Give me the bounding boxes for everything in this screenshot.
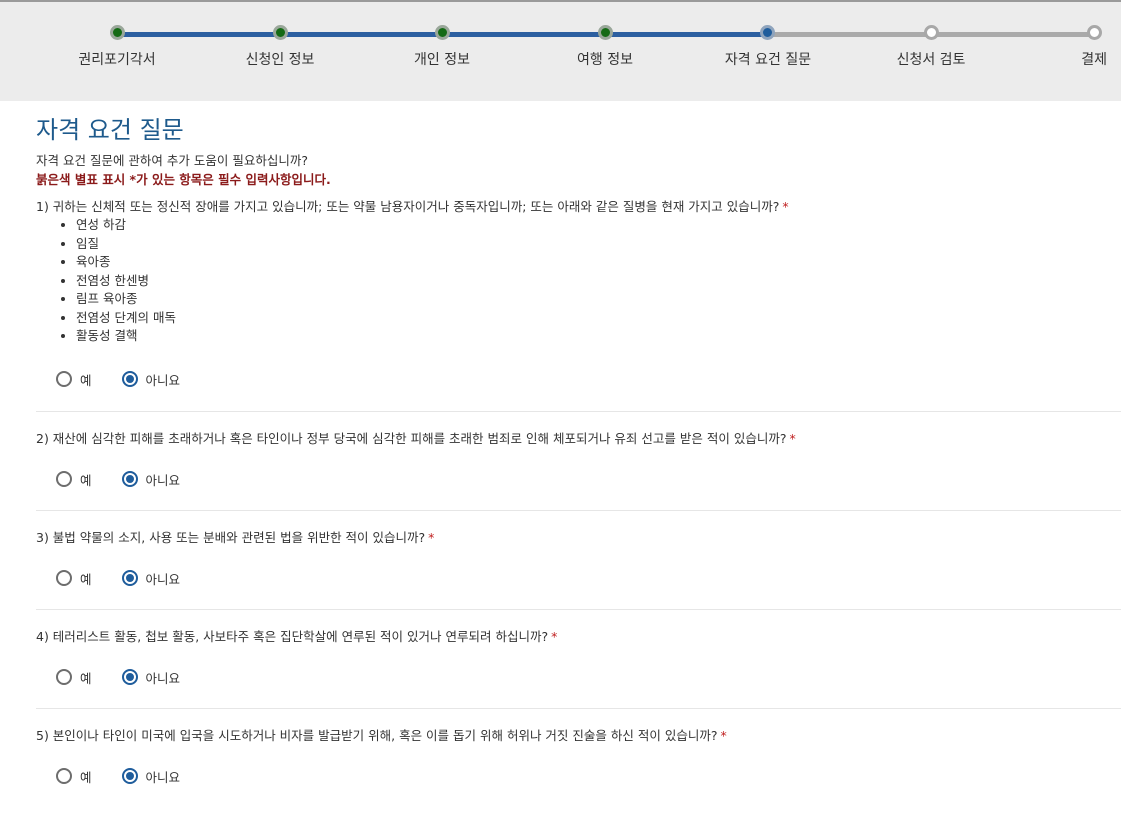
answer-radio-group: 예 아니요	[56, 469, 210, 489]
required-asterisk: *	[789, 431, 796, 446]
radio-no[interactable]: 아니요	[121, 767, 180, 786]
list-item: 임질	[76, 235, 1121, 254]
radio-unchecked-icon[interactable]	[56, 669, 72, 685]
question-text: 2) 재산에 심각한 피해를 초래하거나 혹은 타인이나 정부 당국에 심각한 …	[36, 431, 796, 446]
page-title: 자격 요건 질문	[36, 116, 184, 144]
step-label-eligibility: 자격 요건 질문	[724, 52, 812, 68]
radio-checked-icon[interactable]	[121, 371, 138, 387]
step-label-review: 신청서 검토	[896, 52, 966, 68]
eligibility-form: 자격 요건 질문 자격 요건 질문에 관하여 추가 도움이 필요하십니까? 붉은…	[36, 101, 1121, 805]
disease-list: 연성 하감 임질 육아종 전염성 한센병 림프 육아종 전염성 단계의 매독 활…	[36, 216, 1121, 346]
answer-radio-group: 예 아니요	[56, 369, 210, 389]
radio-no[interactable]: 아니요	[121, 569, 180, 588]
step-dot-waiver	[109, 25, 125, 40]
radio-checked-icon[interactable]	[121, 471, 138, 487]
radio-no[interactable]: 아니요	[121, 370, 180, 389]
radio-unchecked-icon[interactable]	[56, 371, 72, 387]
step-label-payment: 결제	[1081, 52, 1107, 68]
radio-no[interactable]: 아니요	[121, 668, 180, 687]
radio-yes[interactable]: 예	[56, 370, 92, 389]
required-asterisk: *	[428, 530, 435, 545]
radio-yes[interactable]: 예	[56, 569, 92, 588]
question-text: 1) 귀하는 신체적 또는 정신적 장애를 가지고 있습니까; 또는 약물 남용…	[36, 199, 789, 214]
radio-checked-icon[interactable]	[121, 669, 138, 685]
answer-radio-group: 예 아니요	[56, 766, 210, 786]
radio-unchecked-icon[interactable]	[56, 471, 72, 487]
radio-yes[interactable]: 예	[56, 767, 92, 786]
question-text: 4) 테러리스트 활동, 첩보 활동, 사보타주 혹은 집단학살에 연루된 적이…	[36, 629, 558, 644]
required-asterisk: *	[720, 728, 727, 743]
radio-unchecked-icon[interactable]	[56, 570, 72, 586]
step-dot-payment	[1086, 25, 1102, 40]
required-fields-note: 붉은색 별표 표시 *가 있는 항목은 필수 입력사항입니다.	[36, 172, 331, 187]
list-item: 육아종	[76, 253, 1121, 272]
radio-yes[interactable]: 예	[56, 470, 92, 489]
radio-yes[interactable]: 예	[56, 668, 92, 687]
progress-stepper: 권리포기각서 신청인 정보 개인 정보 여행 정보 자격 요건 질문 신청서 검…	[0, 0, 1121, 101]
step-dot-personal-info	[434, 25, 450, 40]
list-item: 전염성 한센병	[76, 272, 1121, 291]
step-label-travel-info[interactable]: 여행 정보	[577, 49, 633, 69]
step-dot-applicant-info	[272, 25, 288, 40]
question-text: 3) 불법 약물의 소지, 사용 또는 분배와 관련된 법을 위반한 적이 있습…	[36, 530, 435, 545]
radio-checked-icon[interactable]	[121, 768, 138, 784]
answer-radio-group: 예 아니요	[56, 667, 210, 687]
step-dot-eligibility-current	[759, 25, 775, 40]
radio-no[interactable]: 아니요	[121, 470, 180, 489]
radio-unchecked-icon[interactable]	[56, 768, 72, 784]
list-item: 활동성 결핵	[76, 327, 1121, 346]
step-label-applicant-info[interactable]: 신청인 정보	[246, 49, 315, 69]
required-asterisk: *	[782, 199, 789, 214]
step-label-personal-info[interactable]: 개인 정보	[414, 49, 470, 69]
list-item: 연성 하감	[76, 216, 1121, 235]
list-item: 전염성 단계의 매독	[76, 309, 1121, 328]
list-item: 림프 육아종	[76, 290, 1121, 309]
question-3: 3) 불법 약물의 소지, 사용 또는 분배와 관련된 법을 위반한 적이 있습…	[36, 511, 1121, 610]
question-2: 2) 재산에 심각한 피해를 초래하거나 혹은 타인이나 정부 당국에 심각한 …	[36, 412, 1121, 511]
required-asterisk: *	[551, 629, 558, 644]
question-text: 5) 본인이나 타인이 미국에 입국을 시도하거나 비자를 발급받기 위해, 혹…	[36, 728, 727, 743]
question-1: 1) 귀하는 신체적 또는 정신적 장애를 가지고 있습니까; 또는 약물 남용…	[36, 199, 1121, 412]
question-5: 5) 본인이나 타인이 미국에 입국을 시도하거나 비자를 발급받기 위해, 혹…	[36, 709, 1121, 805]
step-label-waiver[interactable]: 권리포기각서	[78, 49, 155, 69]
answer-radio-group: 예 아니요	[56, 568, 210, 588]
radio-checked-icon[interactable]	[121, 570, 138, 586]
question-4: 4) 테러리스트 활동, 첩보 활동, 사보타주 혹은 집단학살에 연루된 적이…	[36, 610, 1121, 709]
step-dot-review	[923, 25, 939, 40]
help-link[interactable]: 자격 요건 질문에 관하여 추가 도움이 필요하십니까?	[36, 153, 1121, 169]
step-dot-travel-info	[597, 25, 613, 40]
